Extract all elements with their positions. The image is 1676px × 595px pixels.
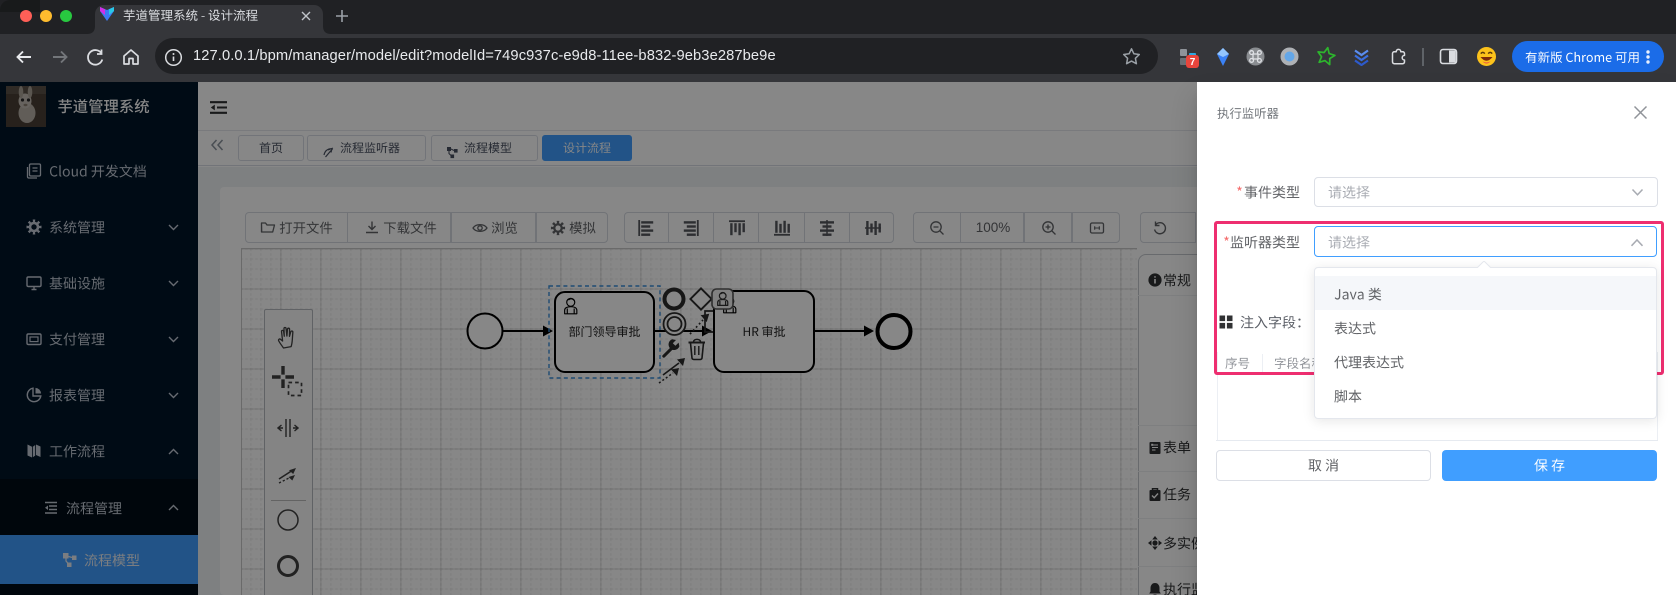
svg-text:7: 7 — [1190, 57, 1196, 68]
